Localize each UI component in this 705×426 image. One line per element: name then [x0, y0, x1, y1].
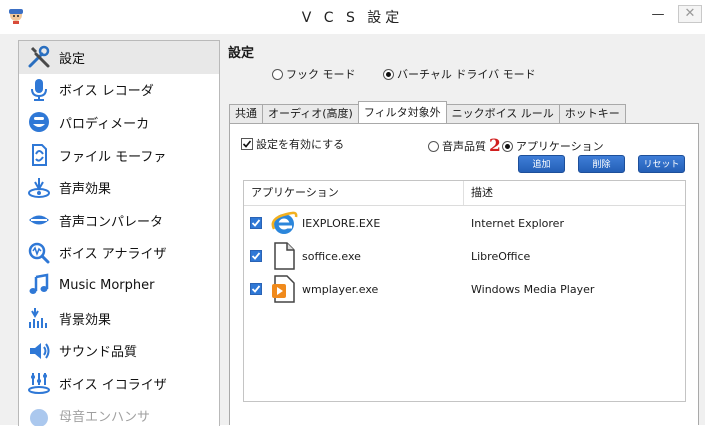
voice-quality-label: 音声品質	[442, 140, 486, 153]
internet-explorer-icon	[270, 209, 298, 237]
row-app-name: soffice.exe	[302, 250, 361, 263]
voice-quality-radio[interactable]	[428, 140, 439, 152]
document-file-icon	[270, 242, 298, 270]
sidebar-item-label: 音声コンパレータ	[59, 214, 164, 230]
sidebar-item-label: ボイス イコライザ	[59, 377, 167, 393]
microphone-icon	[27, 78, 51, 102]
voice-analyzer-icon	[27, 241, 51, 265]
application-radio[interactable]	[501, 140, 513, 152]
column-divider	[463, 181, 464, 205]
sidebar-item-label: 設定	[59, 51, 86, 67]
list-header: アプリケーション 描述	[244, 181, 685, 206]
background-effect-icon	[27, 306, 51, 330]
voice-effect-icon	[27, 176, 51, 200]
row-app-name: IEXPLORE.EXE	[302, 217, 381, 230]
column-header-application[interactable]: アプリケーション	[251, 181, 339, 205]
sidebar-item-label: 音声効果	[59, 182, 112, 198]
enable-setting-checkbox[interactable]: 設定を有効にする	[241, 136, 344, 152]
tools-icon	[27, 45, 51, 69]
sidebar-item-label: 母音エンハンサ	[59, 410, 151, 426]
vowel-enhancer-icon	[27, 404, 51, 426]
list-item[interactable]: soffice.exe LibreOffice	[244, 240, 685, 273]
sidebar-item-parody-maker[interactable]: パロディメーカ	[19, 106, 219, 139]
sidebar-item-voice-recorder[interactable]: ボイス レコーダ	[19, 74, 219, 107]
sidebar-item-label: Music Morpher	[59, 277, 155, 293]
sidebar-item-voice-comparator[interactable]: 音声コンパレータ	[19, 204, 219, 237]
row-description: LibreOffice	[471, 250, 531, 263]
row-app-name: wmplayer.exe	[302, 283, 379, 296]
list-item[interactable]: IEXPLORE.EXE Internet Explorer	[244, 207, 685, 240]
page-title: 設定	[228, 46, 255, 61]
row-checkbox[interactable]	[250, 283, 262, 295]
file-morph-icon	[27, 143, 51, 167]
media-player-icon	[270, 275, 298, 303]
column-header-description[interactable]: 描述	[471, 181, 493, 205]
sidebar-item-music-morpher[interactable]: Music Morpher	[19, 269, 219, 302]
exclusion-mode-group: 音声品質 2 アプリケーション	[428, 136, 604, 156]
sidebar-item-voice-analyzer[interactable]: ボイス アナライザ	[19, 237, 219, 270]
row-checkbox[interactable]	[250, 250, 262, 262]
row-description: Windows Media Player	[471, 283, 595, 296]
sidebar-item-voice-effects[interactable]: 音声効果	[19, 171, 219, 204]
sidebar-item-label: パロディメーカ	[59, 116, 150, 132]
close-button[interactable]: ✕	[678, 5, 702, 23]
sidebar-item-background-effects[interactable]: 背景効果	[19, 302, 219, 335]
sidebar-item-label: 背景効果	[59, 312, 112, 328]
tab-nick-voice-rules[interactable]: ニックボイス ルール	[445, 104, 560, 123]
add-button[interactable]: 追加	[518, 155, 565, 173]
sidebar-item-settings[interactable]: 設定	[19, 41, 219, 74]
step-marker: 2	[489, 136, 501, 156]
hook-mode-label: フック モード	[286, 68, 356, 81]
virtual-mode-label: バーチャル ドライバ モード	[397, 68, 536, 81]
list-item[interactable]: wmplayer.exe Windows Media Player	[244, 273, 685, 306]
row-checkbox[interactable]	[250, 217, 262, 229]
settings-tabs: 共通 オーディオ(高度) フィルタ対象外 ニックボイス ルール ホットキー	[229, 101, 626, 124]
tab-filter-exclusion[interactable]: フィルタ対象外	[357, 101, 447, 123]
sidebar-item-label: ファイル モーファ	[59, 149, 167, 165]
delete-button[interactable]: 削除	[578, 155, 625, 173]
application-list: アプリケーション 描述 IEXPLORE.EXE Internet Explor…	[243, 180, 686, 402]
music-note-icon	[27, 273, 51, 297]
sidebar-item-label: サウンド品質	[59, 345, 138, 361]
sidebar-item-voice-equalizer[interactable]: ボイス イコライザ	[19, 367, 219, 400]
virtual-driver-mode-radio[interactable]: バーチャル ドライバ モード	[383, 66, 536, 82]
window-title: V C S 設定	[301, 10, 404, 26]
hook-mode-radio[interactable]: フック モード	[272, 66, 356, 82]
sidebar-item-vowel-enhancer[interactable]: 母音エンハンサ	[19, 400, 219, 426]
sidebar-item-sound-quality[interactable]: サウンド品質	[19, 334, 219, 367]
reset-button[interactable]: リセット	[638, 155, 685, 173]
speaker-icon	[27, 339, 51, 363]
tab-audio-advanced[interactable]: オーディオ(高度)	[262, 104, 359, 123]
title-bar: V C S 設定 — ✕	[0, 0, 705, 34]
equalizer-icon	[27, 371, 51, 395]
checkbox[interactable]	[241, 138, 253, 150]
radio-button[interactable]	[272, 68, 283, 80]
parody-face-icon	[27, 110, 51, 134]
sidebar: 設定 ボイス レコーダ パロディメーカ ファイル モーファ 音声効果 音声コンパ…	[18, 40, 220, 426]
sidebar-item-label: ボイス レコーダ	[59, 84, 154, 100]
radio-button[interactable]	[383, 68, 394, 80]
lips-compare-icon	[27, 208, 51, 232]
minimize-button[interactable]: —	[646, 6, 670, 24]
sidebar-item-file-morpher[interactable]: ファイル モーファ	[19, 139, 219, 172]
tab-common[interactable]: 共通	[229, 104, 263, 123]
tab-hotkeys[interactable]: ホットキー	[558, 104, 626, 123]
enable-setting-label: 設定を有効にする	[256, 138, 345, 151]
application-label: アプリケーション	[515, 140, 604, 153]
sidebar-item-label: ボイス アナライザ	[59, 247, 167, 263]
row-description: Internet Explorer	[471, 217, 564, 230]
